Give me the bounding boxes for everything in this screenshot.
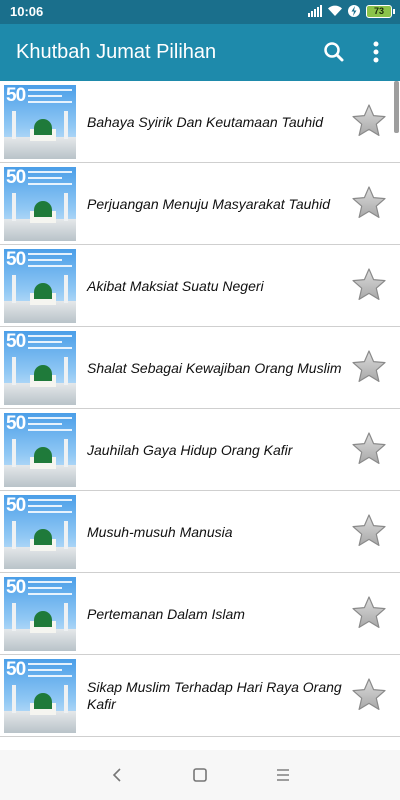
thumbnail-number: 50 [6,659,26,680]
item-title: Perjuangan Menuju Masyarakat Tauhid [87,195,331,212]
star-icon[interactable] [351,103,387,139]
mosque-thumbnail: 50 [4,331,76,405]
battery-icon: 73 [366,4,395,18]
mosque-thumbnail: 50 [4,85,76,159]
star-icon[interactable] [351,677,387,713]
item-title: Pertemanan Dalam Islam [87,605,245,622]
mosque-thumbnail: 50 [4,413,76,487]
item-title: Shalat Sebagai Kewajiban Orang Muslim [87,359,342,376]
item-title: Musuh-musuh Manusia [87,523,233,540]
signal-icon [308,5,322,17]
app-title: Khutbah Jumat Pilihan [16,41,217,63]
wifi-icon [328,5,342,17]
more-vert-icon[interactable] [364,38,388,66]
thumbnail-number: 50 [6,85,26,106]
thumbnail-number: 50 [6,331,26,352]
home-icon[interactable] [190,766,210,784]
item-title: Bahaya Syirik Dan Keutamaan Tauhid [87,113,324,130]
item-title: Sikap Muslim Terhadap Hari Raya Orang Ka… [87,679,342,712]
system-nav-bar [0,750,400,800]
list-item[interactable]: 50 Perjuangan Menuju Masyarakat Tauhid [0,163,400,245]
list-item[interactable]: 50 Sikap Muslim Terhadap Hari Raya Orang… [0,655,400,737]
status-icons: 73 [308,4,395,18]
status-time: 10:06 [10,4,44,19]
status-bar: 10:06 73 [0,0,400,24]
list-item[interactable]: 50 Musuh-musuh Manusia [0,491,400,573]
mosque-thumbnail: 50 [4,167,76,241]
list-item[interactable]: 50 Akibat Maksiat Suatu Negeri [0,245,400,327]
thumbnail-number: 50 [6,249,26,270]
item-title: Jauhilah Gaya Hidup Orang Kafir [87,441,293,458]
star-icon[interactable] [351,349,387,385]
list-item[interactable]: 50 Bahaya Syirik Dan Keutamaan Tauhid [0,81,400,163]
charging-icon [348,5,360,17]
star-icon[interactable] [351,185,387,221]
star-icon[interactable] [351,595,387,631]
thumbnail-number: 50 [6,167,26,188]
mosque-thumbnail: 50 [4,495,76,569]
list-item[interactable]: 50 Pertemanan Dalam Islam [0,573,400,655]
app-bar: Khutbah Jumat Pilihan [0,24,400,81]
star-icon[interactable] [351,431,387,467]
recents-icon[interactable] [273,766,293,784]
star-icon[interactable] [351,267,387,303]
search-icon[interactable] [320,38,348,66]
star-icon[interactable] [351,513,387,549]
list-item[interactable]: 50 Jauhilah Gaya Hidup Orang Kafir [0,409,400,491]
thumbnail-number: 50 [6,413,26,434]
mosque-thumbnail: 50 [4,249,76,323]
scrollbar[interactable] [394,81,399,133]
thumbnail-number: 50 [6,577,26,598]
thumbnail-number: 50 [6,495,26,516]
mosque-thumbnail: 50 [4,577,76,651]
list-item[interactable]: 50 Shalat Sebagai Kewajiban Orang Muslim [0,327,400,409]
back-icon[interactable] [108,766,128,784]
mosque-thumbnail: 50 [4,659,76,733]
item-title: Akibat Maksiat Suatu Negeri [87,277,264,294]
khutbah-list: 50 Bahaya Syirik Dan Keutamaan Tauhid 50… [0,81,400,750]
